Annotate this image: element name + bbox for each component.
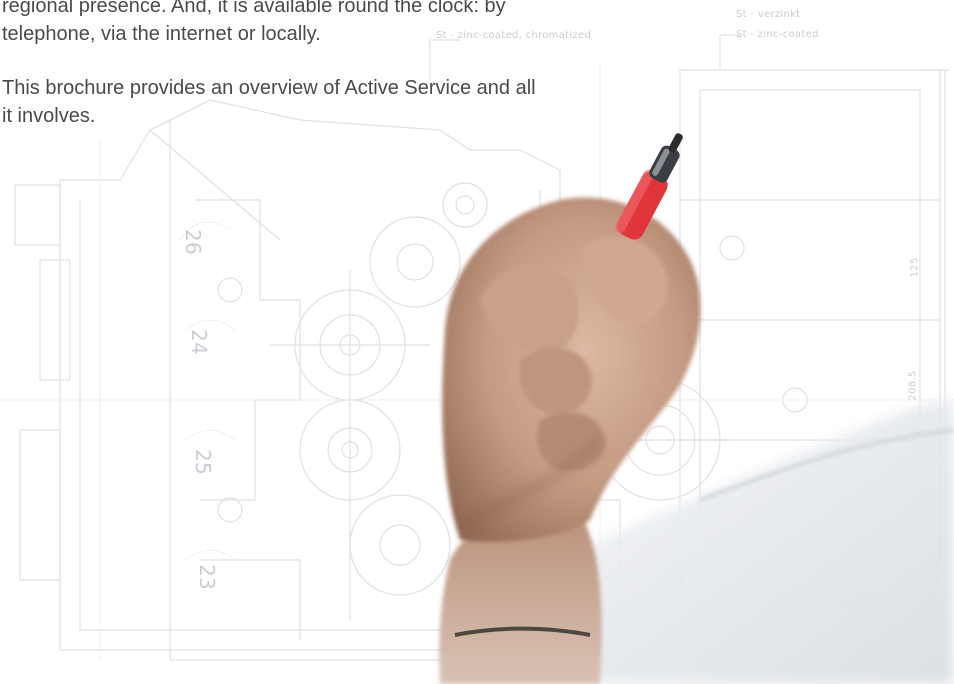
paragraph-2-line-1: This brochure provides an overview of Ac… <box>2 77 536 99</box>
paragraph-1-line-1: regional presence. And, it is available … <box>2 0 506 17</box>
brochure-page: St - zinc-coated, chromatized St - verzi… <box>0 0 954 684</box>
paragraph-1-line-2: telephone, via the internet or locally. <box>2 23 321 45</box>
body-text: regional presence. And, it is available … <box>0 0 700 130</box>
paragraph-availability: regional presence. And, it is available … <box>0 0 700 48</box>
paragraph-2-line-2: it involves. <box>2 105 96 127</box>
paragraph-overview: This brochure provides an overview of Ac… <box>0 74 700 130</box>
